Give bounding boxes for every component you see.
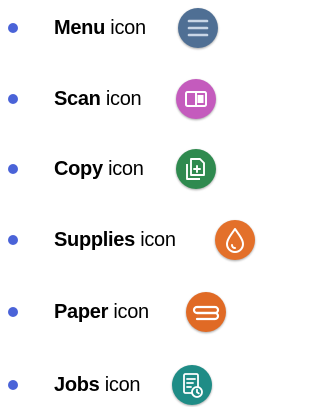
icon-suffix: icon <box>105 88 142 110</box>
icon-suffix: icon <box>108 158 144 180</box>
legend-label-jobs: Jobs icon <box>54 373 141 397</box>
scan-icon <box>176 79 216 119</box>
legend-label-menu: Menu icon <box>54 16 146 40</box>
legend-label-paper: Paper icon <box>54 300 149 324</box>
legend-item-scan: Scan icon <box>0 77 256 121</box>
icon-suffix: icon <box>113 301 149 323</box>
icon-name: Copy <box>54 158 103 180</box>
legend-label-copy: Copy icon <box>54 157 144 181</box>
legend-label-supplies: Supplies icon <box>54 228 176 252</box>
legend-item-paper: Paper icon <box>0 290 256 334</box>
legend-item-copy: Copy icon <box>0 147 256 191</box>
bullet <box>8 23 18 33</box>
bullet <box>8 94 18 104</box>
icon-name: Scan <box>54 88 101 110</box>
legend-label-scan: Scan icon <box>54 87 142 111</box>
icon-name: Jobs <box>54 374 100 396</box>
icon-suffix: icon <box>140 229 176 251</box>
legend-item-jobs: Jobs icon <box>0 363 256 407</box>
icon-suffix: icon <box>110 17 146 39</box>
legend-item-menu: Menu icon <box>0 6 256 50</box>
jobs-icon <box>172 365 212 405</box>
supplies-icon <box>215 220 255 260</box>
icon-name: Menu <box>54 17 106 39</box>
copy-icon <box>176 149 216 189</box>
icon-name: Paper <box>54 301 109 323</box>
bullet <box>8 235 18 245</box>
paper-icon <box>186 292 226 332</box>
menu-icon <box>178 8 218 48</box>
icon-name: Supplies <box>54 229 135 251</box>
icon-suffix: icon <box>104 374 141 396</box>
legend-item-supplies: Supplies icon <box>0 218 256 262</box>
bullet <box>8 380 18 390</box>
bullet <box>8 164 18 174</box>
bullet <box>8 307 18 317</box>
